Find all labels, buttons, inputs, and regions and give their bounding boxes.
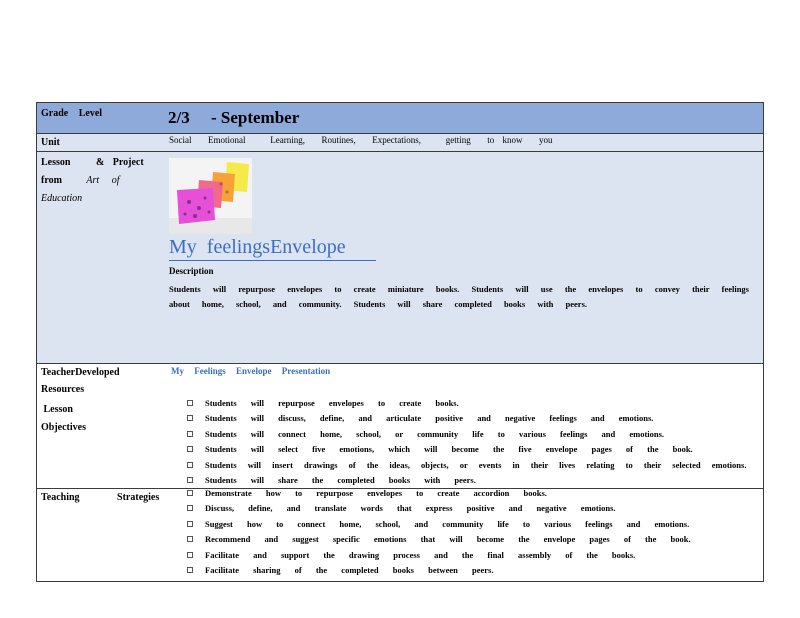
bullet-box-icon bbox=[187, 461, 193, 468]
strategies-label: Teaching Strategies bbox=[41, 492, 160, 503]
project-title-link[interactable]: My feelingsEnvelope bbox=[169, 234, 376, 261]
envelope-books-image bbox=[169, 158, 252, 234]
objective-item: Students will select five emotions, whic… bbox=[187, 442, 747, 457]
description-text: Students will repurpose envelopes to cre… bbox=[169, 284, 749, 309]
unit-row: Unit Social Emotional Learning, Routines… bbox=[37, 134, 763, 152]
objective-item: Students will repurpose envelopes to cre… bbox=[187, 396, 747, 411]
lesson-label-line2: from Art of bbox=[41, 172, 119, 190]
lesson-plan-table: Grade Level 2/3 - September Unit Social … bbox=[36, 102, 764, 582]
strategy-item: Discuss, define, and translate words tha… bbox=[187, 501, 747, 516]
lesson-label-source-2: Education bbox=[41, 193, 83, 204]
strategy-item: Facilitate and support the drawing proce… bbox=[187, 548, 747, 563]
objectives-list: Students will repurpose envelopes to cre… bbox=[187, 396, 747, 488]
resources-label-line1: TeacherDeveloped bbox=[41, 367, 120, 378]
strategy-item: Recommend and suggest specific emotions … bbox=[187, 532, 747, 547]
strategies-list: Demonstrate how to repurpose envelopes t… bbox=[187, 486, 747, 578]
strategy-item: Suggest how to connect home, school, and… bbox=[187, 517, 747, 532]
grade-label: Grade Level bbox=[41, 108, 103, 119]
bullet-box-icon bbox=[187, 520, 193, 527]
resources-objectives-row: TeacherDeveloped Resources Lesson Object… bbox=[37, 364, 763, 489]
bullet-box-icon bbox=[187, 476, 193, 483]
bullet-box-icon bbox=[187, 415, 193, 422]
objectives-label-line2: Objectives bbox=[41, 422, 86, 433]
objective-item: Students will insert drawings of the ide… bbox=[187, 458, 747, 473]
bullet-box-icon bbox=[187, 566, 193, 573]
strategy-item: Demonstrate how to repurpose envelopes t… bbox=[187, 486, 747, 501]
presentation-link[interactable]: My Feelings Envelope Presentation bbox=[171, 366, 330, 376]
objectives-label-line1: Lesson bbox=[41, 404, 73, 415]
description-heading: Description bbox=[169, 266, 214, 276]
bullet-box-icon bbox=[187, 505, 193, 512]
bullet-box-icon bbox=[187, 400, 193, 406]
objective-item: Students will connect home, school, or c… bbox=[187, 427, 747, 442]
grade-value: 2/3 - September bbox=[168, 108, 300, 127]
objective-item: Students will discuss, define, and artic… bbox=[187, 411, 747, 426]
bullet-box-icon bbox=[187, 430, 193, 437]
lesson-label-line3: Education bbox=[41, 190, 82, 208]
lesson-label-line1: Lesson & Project bbox=[41, 157, 144, 168]
strategies-row: Teaching Strategies Demonstrate how to r… bbox=[37, 486, 763, 581]
grade-row: Grade Level 2/3 - September bbox=[37, 103, 763, 134]
lesson-row: Lesson & Project from Art of Education M… bbox=[37, 152, 763, 364]
unit-value: Social Emotional Learning, Routines, Exp… bbox=[169, 135, 553, 145]
bullet-box-icon bbox=[187, 446, 193, 453]
lesson-label-source: Art of bbox=[86, 175, 120, 186]
bullet-box-icon bbox=[187, 536, 193, 543]
lesson-label-from: from bbox=[41, 175, 62, 186]
strategy-item: Facilitate sharing of the completed book… bbox=[187, 563, 747, 578]
bullet-box-icon bbox=[187, 490, 193, 496]
project-photo bbox=[169, 158, 252, 234]
resources-label-line2: Resources bbox=[41, 384, 85, 395]
bullet-box-icon bbox=[187, 551, 193, 558]
unit-label: Unit bbox=[41, 137, 60, 148]
